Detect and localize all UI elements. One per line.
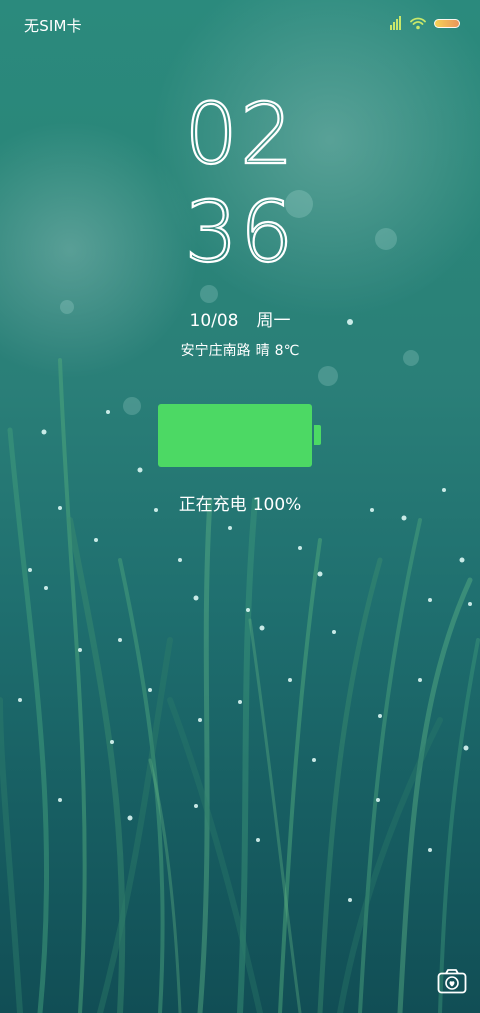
wifi-icon (410, 17, 426, 29)
lock-screen[interactable]: 无SIM卡 02 36 10/08 周一 安宁庄南路晴 8℃ 正在充电 100% (0, 0, 480, 1013)
carrier-label: 无SIM卡 (24, 17, 82, 35)
weather-condition: 晴 (255, 343, 270, 359)
wallpaper-bokeh (318, 366, 338, 386)
charging-battery-icon (158, 404, 312, 467)
date-label: 10/08 (189, 311, 239, 331)
charging-percent: 100% (252, 495, 302, 515)
date-row: 10/08 周一 (0, 306, 480, 331)
status-bar: 无SIM卡 (0, 0, 480, 50)
wallpaper-bokeh (200, 285, 218, 303)
clock-hours: 02 (183, 85, 296, 183)
charging-battery-tip (314, 425, 321, 445)
camera-shortcut-button[interactable] (437, 968, 467, 994)
charging-status: 正在充电 100% (0, 490, 480, 515)
wallpaper-bokeh (123, 397, 141, 415)
weather-row: 安宁庄南路晴 8℃ (0, 340, 480, 360)
charging-label: 正在充电 (178, 495, 247, 515)
weather-temperature: 8℃ (274, 343, 300, 359)
weekday-label: 周一 (256, 311, 291, 331)
signal-bars-icon (390, 16, 402, 30)
status-icons (390, 16, 460, 30)
camera-icon (437, 969, 467, 994)
weather-location: 安宁庄南路 (180, 343, 251, 359)
battery-icon (434, 18, 460, 28)
clock-minutes: 36 (183, 183, 296, 281)
